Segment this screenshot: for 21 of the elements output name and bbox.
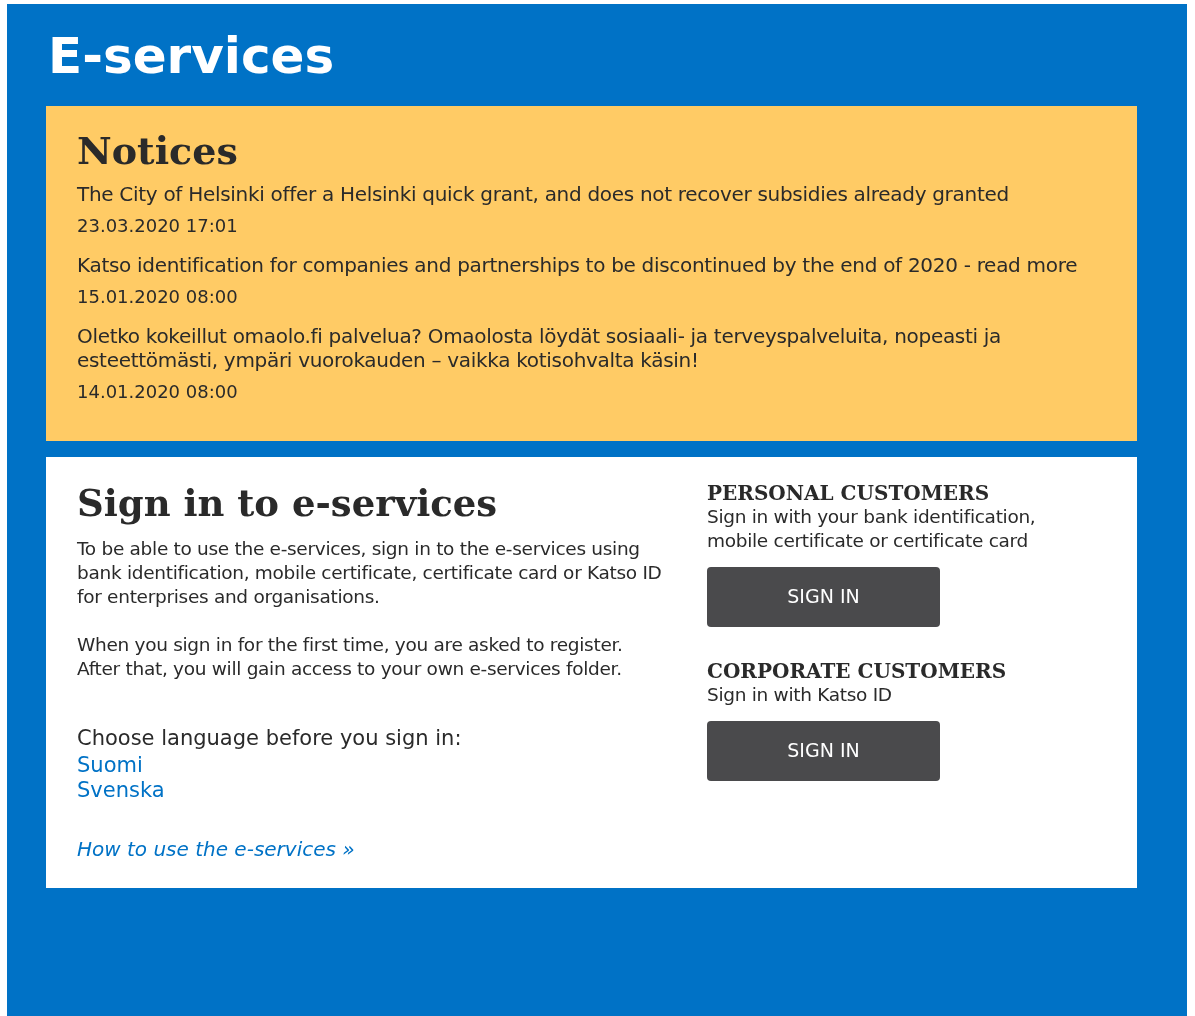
customer-heading: PERSONAL CUSTOMERS (707, 480, 991, 505)
notice-date: 15.01.2020 08:00 (77, 284, 239, 309)
notice-text: Oletko kokeillut omaolo.fi palvelua? Omaolosta löydät sosiaali- ja terveyspalveluita, nopeasti ja esteettömästi, ympäri vuorokauden – vaikka kotisohvalta käsin! (77, 323, 1003, 372)
page-title: E-services (48, 26, 336, 86)
notice-date: 14.01.2020 08:00 (77, 379, 239, 404)
customer-description: Sign in with Katso ID (707, 682, 893, 707)
language-prompt: Choose language before you sign in: (77, 725, 463, 753)
paragraph: To be able to use the e-services, sign in to the e-services using bank identification, mobile certificate, certificate card or Katso ID for enterprises and organisations. (77, 537, 663, 610)
notice-date: 23.03.2020 17:01 (77, 213, 239, 238)
paragraph: When you sign in for the first time, you are asked to register. After that, you will gain access to your own e-services folder. (77, 633, 624, 682)
sign-in-heading: Sign in to e-services (77, 480, 499, 525)
sign-in-button[interactable]: SIGN IN (707, 720, 940, 781)
customer-heading: CORPORATE CUSTOMERS (707, 658, 1008, 683)
notice-text: The City of Helsinki offer a Helsinki quick grant, and does not recover subsidies already granted (77, 181, 1010, 206)
notices-heading: Notices (77, 128, 239, 174)
notice-text: Katso identification for companies and partnerships to be discontinued by the end of 2020 - read more (77, 252, 1079, 277)
sign-in-button[interactable]: SIGN IN (707, 566, 940, 627)
help-link[interactable]: How to use the e-services » (77, 836, 355, 861)
language-link[interactable]: Suomi (77, 752, 143, 777)
customer-description: Sign in with your bank identification, mobile certificate or certificate card (707, 504, 1037, 553)
language-link[interactable]: Svenska (77, 777, 165, 802)
